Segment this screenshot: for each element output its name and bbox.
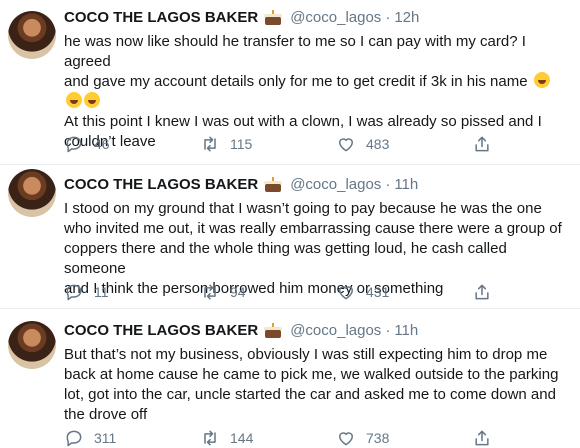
tweet-content: COCO THE LAGOS BAKER @coco_lagos · 11h B… <box>64 320 572 425</box>
share-button[interactable] <box>472 427 494 448</box>
like-button[interactable]: 738 <box>336 427 472 448</box>
tweet-header: COCO THE LAGOS BAKER @coco_lagos · 12h <box>64 7 572 29</box>
display-name[interactable]: COCO THE LAGOS BAKER <box>64 321 258 341</box>
share-icon <box>475 136 489 152</box>
display-name[interactable]: COCO THE LAGOS BAKER <box>64 175 258 195</box>
reply-button[interactable]: 11 <box>64 281 200 303</box>
reply-count: 311 <box>94 430 117 446</box>
display-name[interactable]: COCO THE LAGOS BAKER <box>64 8 258 28</box>
reply-count: 11 <box>94 284 109 300</box>
share-button[interactable] <box>472 281 494 303</box>
retweet-button[interactable]: 144 <box>200 427 336 448</box>
cake-emoji-icon <box>264 177 284 193</box>
avatar[interactable] <box>8 321 56 369</box>
laughing-tears-emoji-icon <box>533 72 550 88</box>
share-icon <box>475 430 489 446</box>
timestamp[interactable]: 11h <box>394 321 418 341</box>
retweet-button[interactable]: 115 <box>200 133 336 155</box>
cake-emoji-icon <box>264 10 284 26</box>
tweet-line: At this point I knew I was out with a cl… <box>64 113 542 130</box>
reply-count: 46 <box>94 136 110 152</box>
heart-icon <box>339 432 353 446</box>
like-button[interactable]: 431 <box>336 281 472 303</box>
cake-emoji-icon <box>264 323 284 339</box>
heart-icon <box>339 286 353 300</box>
separator-dot: · <box>385 9 391 26</box>
like-count: 738 <box>366 430 390 446</box>
reply-icon <box>66 430 82 447</box>
timestamp[interactable]: 12h <box>394 8 419 28</box>
reply-icon <box>66 284 82 301</box>
tweet-line: back at home cause he came to pick me, w… <box>64 366 559 383</box>
laughing-tears-emoji-icon <box>84 92 100 108</box>
retweet-icon <box>204 284 216 300</box>
tweet[interactable]: COCO THE LAGOS BAKER @coco_lagos · 11h I… <box>0 164 580 308</box>
tweet-text: But that’s not my business, obviously I … <box>64 345 572 425</box>
tweet-feed: COCO THE LAGOS BAKER @coco_lagos · 12h h… <box>0 0 580 448</box>
avatar[interactable] <box>8 11 56 59</box>
tweet-line: coppers there and the whole thing was ge… <box>64 240 511 277</box>
tweet-header: COCO THE LAGOS BAKER @coco_lagos · 11h <box>64 320 572 342</box>
heart-icon <box>339 138 353 152</box>
retweet-icon <box>204 430 216 446</box>
reply-button[interactable]: 311 <box>64 427 200 448</box>
tweet-line: But that’s not my business, obviously I … <box>64 346 548 363</box>
tweet-line: the drove off <box>64 406 148 423</box>
tweet-line <box>64 92 572 112</box>
reply-icon <box>66 136 82 153</box>
tweet-actions: 311 144 738 <box>64 427 494 448</box>
tweet-line-text: and gave my account details only for me … <box>64 73 528 90</box>
tweet-line: he was now like should he transfer to me… <box>64 33 531 70</box>
retweet-count: 115 <box>230 136 253 152</box>
tweet-actions: 46 115 483 <box>64 133 494 155</box>
share-icon <box>475 284 489 300</box>
separator-dot: · <box>385 176 391 193</box>
user-handle[interactable]: @coco_lagos <box>290 8 381 28</box>
retweet-count: 144 <box>230 430 254 446</box>
tweet-content: COCO THE LAGOS BAKER @coco_lagos · 12h h… <box>64 7 572 152</box>
separator-dot: · <box>385 322 391 339</box>
share-button[interactable] <box>472 133 494 155</box>
tweet-line: I stood on my ground that I wasn’t going… <box>64 200 542 217</box>
like-count: 483 <box>366 136 390 152</box>
user-handle[interactable]: @coco_lagos <box>290 175 381 195</box>
timestamp[interactable]: 11h <box>394 175 418 195</box>
tweet[interactable]: COCO THE LAGOS BAKER @coco_lagos · 12h h… <box>0 0 580 164</box>
retweet-count: 94 <box>230 284 246 300</box>
retweet-icon <box>204 136 216 152</box>
reply-button[interactable]: 46 <box>64 133 200 155</box>
tweet-line: who invited me out, it was really embarr… <box>64 220 562 237</box>
like-count: 431 <box>366 284 390 300</box>
laughing-tears-emoji-icon <box>66 92 82 108</box>
like-button[interactable]: 483 <box>336 133 472 155</box>
tweet-header: COCO THE LAGOS BAKER @coco_lagos · 11h <box>64 174 572 196</box>
retweet-button[interactable]: 94 <box>200 281 336 303</box>
tweet-line: lot, got into the car, uncle started the… <box>64 386 556 403</box>
avatar[interactable] <box>8 169 56 217</box>
user-handle[interactable]: @coco_lagos <box>290 321 381 341</box>
tweet-line: and gave my account details only for me … <box>64 72 572 92</box>
tweet[interactable]: COCO THE LAGOS BAKER @coco_lagos · 11h B… <box>0 308 580 448</box>
tweet-actions: 11 94 431 <box>64 281 494 303</box>
